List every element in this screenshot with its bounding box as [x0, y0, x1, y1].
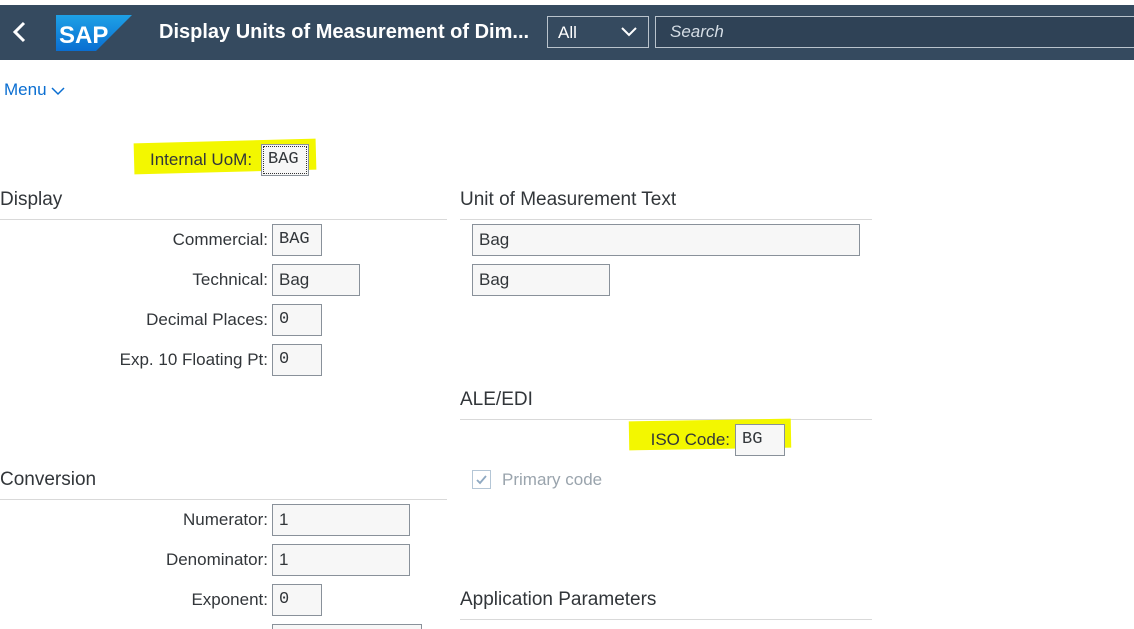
primary-code-label: Primary code [502, 470, 603, 489]
iso-code-label: ISO Code: [650, 430, 730, 449]
exponent-field[interactable]: 0 [272, 584, 322, 616]
sap-logo[interactable]: SAP [56, 15, 132, 51]
technical-field[interactable]: Bag [272, 264, 360, 296]
chevron-down-icon [621, 27, 637, 37]
back-button[interactable] [6, 19, 34, 47]
commercial-field[interactable]: BAG [272, 224, 322, 256]
decimal-places-field[interactable]: 0 [272, 304, 322, 336]
ale-edi-section-title: ALE/EDI [460, 389, 533, 410]
next-field-partial[interactable] [272, 624, 422, 629]
menu-button[interactable]: Menu [4, 80, 65, 100]
search-scope-value: All [558, 23, 577, 42]
iso-code-field[interactable]: BG [735, 424, 785, 456]
conversion-divider [0, 499, 447, 500]
denominator-field[interactable]: 1 [272, 544, 410, 576]
decimal-places-label: Decimal Places: [146, 310, 268, 329]
uom-long-text-field[interactable]: Bag [472, 224, 860, 256]
internal-uom-field[interactable]: BAG [261, 144, 309, 176]
exp-floating-label: Exp. 10 Floating Pt: [119, 350, 268, 369]
search-input[interactable]: Search [655, 16, 1134, 48]
app-params-divider [460, 619, 872, 620]
internal-uom-label: Internal UoM: [150, 150, 253, 169]
denominator-label: Denominator: [165, 550, 268, 569]
shell-bar: SAP Display Units of Measurement of Dim.… [0, 5, 1134, 60]
menu-label: Menu [4, 80, 47, 99]
uom-text-divider [460, 219, 872, 220]
chevron-down-icon [51, 86, 65, 95]
checkmark-icon [476, 475, 487, 485]
svg-text:SAP: SAP [59, 22, 108, 49]
app-title: Display Units of Measurement of Dim... [159, 21, 530, 43]
exponent-label: Exponent: [191, 590, 268, 609]
display-section-title: Display [0, 189, 63, 210]
app-params-section-title: Application Parameters [460, 589, 657, 610]
uom-short-text-field[interactable]: Bag [472, 264, 610, 296]
technical-label: Technical: [192, 270, 268, 289]
commercial-label: Commercial: [172, 230, 268, 249]
uom-text-section-title: Unit of Measurement Text [460, 189, 677, 210]
display-divider [0, 219, 447, 220]
exp-floating-field[interactable]: 0 [272, 344, 322, 376]
chevron-left-icon [12, 21, 26, 43]
primary-code-checkbox[interactable] [472, 470, 491, 489]
numerator-field[interactable]: 1 [272, 504, 410, 536]
search-scope-select[interactable]: All [547, 16, 649, 48]
numerator-label: Numerator: [182, 510, 268, 529]
conversion-section-title: Conversion [0, 469, 97, 490]
